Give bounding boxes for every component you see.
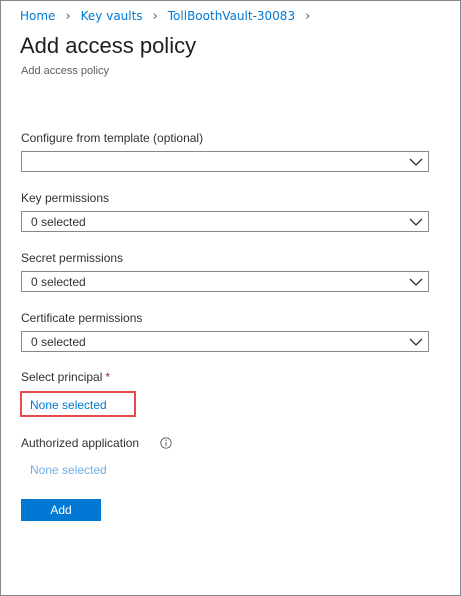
add-button[interactable]: Add — [21, 499, 101, 521]
chevron-right-icon: › — [152, 8, 158, 24]
template-dropdown[interactable] — [21, 151, 429, 172]
page-title: Add access policy — [20, 33, 197, 58]
secret-permissions-value: 0 selected — [31, 275, 86, 289]
secret-permissions-label: Secret permissions — [21, 251, 124, 265]
key-permissions-dropdown[interactable]: 0 selected — [21, 211, 429, 232]
chevron-right-icon: › — [65, 8, 71, 24]
certificate-permissions-value: 0 selected — [31, 335, 86, 349]
chevron-down-icon — [409, 218, 423, 226]
chevron-down-icon — [409, 278, 423, 286]
secret-permissions-dropdown[interactable]: 0 selected — [21, 271, 429, 292]
select-principal-label: Select principal * — [21, 370, 110, 384]
required-marker: * — [105, 370, 111, 384]
select-principal-link[interactable]: None selected — [30, 398, 107, 412]
key-permissions-label: Key permissions — [21, 191, 110, 205]
template-label: Configure from template (optional) — [21, 131, 204, 145]
breadcrumb-vault[interactable]: TollBoothVault-30083 — [168, 9, 295, 23]
chevron-down-icon — [409, 158, 423, 166]
authorized-application-link: None selected — [30, 463, 107, 477]
info-icon[interactable] — [160, 437, 172, 449]
breadcrumb: Home › Key vaults › TollBoothVault-30083… — [20, 9, 320, 23]
breadcrumb-home[interactable]: Home — [20, 9, 55, 23]
key-permissions-value: 0 selected — [31, 215, 86, 229]
chevron-right-icon: › — [305, 8, 311, 24]
select-principal-label-text: Select principal — [21, 370, 103, 384]
page-subtitle: Add access policy — [21, 65, 110, 77]
certificate-permissions-dropdown[interactable]: 0 selected — [21, 331, 429, 352]
authorized-application-label: Authorized application — [21, 436, 140, 450]
certificate-permissions-label: Certificate permissions — [21, 311, 143, 325]
breadcrumb-key-vaults[interactable]: Key vaults — [81, 9, 143, 23]
chevron-down-icon — [409, 338, 423, 346]
